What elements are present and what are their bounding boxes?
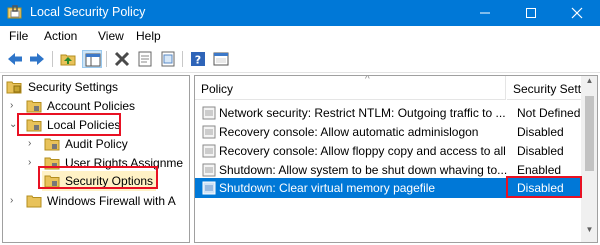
column-header-security-setting[interactable]: Security Sett bbox=[507, 76, 581, 100]
column-header-label: Policy bbox=[201, 82, 234, 96]
delete-button[interactable] bbox=[112, 50, 132, 68]
tree-label: Security Settings bbox=[28, 80, 119, 94]
folder-lock-icon bbox=[44, 137, 60, 151]
expand-arrow-icon[interactable]: › bbox=[28, 138, 38, 150]
minimize-icon bbox=[480, 12, 490, 14]
tree-label: Account Policies bbox=[47, 99, 136, 113]
title-bar: Local Security Policy bbox=[0, 0, 600, 26]
policy-icon bbox=[202, 144, 216, 158]
scroll-up-arrow-icon[interactable]: ▲ bbox=[581, 76, 597, 93]
security-settings-icon bbox=[6, 80, 22, 94]
policy-icon bbox=[202, 181, 216, 195]
close-button[interactable] bbox=[554, 0, 600, 26]
folder-lock-icon bbox=[26, 99, 42, 113]
toolbar-separator bbox=[106, 51, 107, 67]
column-header-policy[interactable]: ^ Policy bbox=[195, 76, 506, 100]
menu-file[interactable]: File bbox=[9, 29, 28, 43]
table-row[interactable]: Recovery console: Allow floppy copy and … bbox=[195, 141, 581, 161]
export-list-button[interactable] bbox=[158, 50, 178, 68]
folder-icon bbox=[26, 194, 42, 208]
maximize-icon bbox=[526, 8, 536, 18]
vertical-scrollbar[interactable]: ▲ ▼ bbox=[581, 76, 597, 242]
export-list-icon bbox=[161, 51, 175, 67]
maximize-button[interactable] bbox=[508, 0, 554, 26]
up-folder-icon bbox=[60, 54, 76, 66]
tree-item-windows-firewall[interactable]: › Windows Firewall with A bbox=[6, 192, 189, 210]
policy-icon bbox=[202, 125, 216, 139]
local-policies-highlight bbox=[17, 113, 121, 136]
window-title: Local Security Policy bbox=[30, 5, 146, 19]
scroll-thumb[interactable] bbox=[585, 96, 594, 171]
tree-item-audit-policy[interactable]: › Audit Policy bbox=[6, 135, 186, 153]
svg-text:?: ? bbox=[195, 54, 201, 67]
forward-button[interactable] bbox=[27, 50, 47, 68]
security-policy-app-icon bbox=[7, 5, 23, 21]
policy-name: Shutdown: Clear virtual memory pagefile bbox=[219, 181, 436, 195]
policy-name: Network security: Restrict NTLM: Outgoin… bbox=[219, 106, 506, 120]
show-hide-console-tree-button[interactable] bbox=[82, 50, 102, 68]
toolbar: ? bbox=[0, 46, 600, 73]
table-row[interactable]: Network security: Restrict NTLM: Outgoin… bbox=[195, 103, 581, 123]
up-one-level-button[interactable] bbox=[58, 50, 78, 68]
properties-icon bbox=[138, 51, 152, 67]
back-button[interactable] bbox=[5, 50, 25, 68]
policy-name: Recovery console: Allow floppy copy and … bbox=[219, 144, 507, 158]
policy-icon bbox=[202, 106, 216, 120]
help-button[interactable]: ? bbox=[188, 50, 208, 68]
tree-label: Audit Policy bbox=[65, 137, 128, 151]
disabled-setting-highlight bbox=[506, 176, 582, 198]
show-hide-tree-icon bbox=[85, 53, 101, 67]
menu-bar: File Action View Help bbox=[0, 26, 600, 46]
policy-list[interactable]: ^ Policy Security Sett Network security:… bbox=[194, 75, 598, 243]
toolbar-separator bbox=[52, 51, 53, 67]
column-header-label: Security Sett bbox=[513, 82, 581, 96]
console-window-button[interactable] bbox=[211, 50, 231, 68]
forward-arrow-icon bbox=[30, 53, 44, 65]
policy-name: Recovery console: Allow automatic admini… bbox=[219, 125, 479, 139]
security-setting-value: Disabled bbox=[517, 125, 564, 139]
delete-icon bbox=[114, 51, 130, 67]
scroll-down-arrow-icon[interactable]: ▼ bbox=[581, 225, 597, 242]
menu-help[interactable]: Help bbox=[136, 29, 161, 43]
help-icon: ? bbox=[191, 52, 205, 67]
policy-name: Shutdown: Allow system to be shut down w… bbox=[219, 163, 507, 177]
console-tree[interactable]: Security Settings › Account Policies ⌄ L… bbox=[2, 75, 190, 243]
expand-arrow-icon[interactable]: › bbox=[10, 100, 20, 112]
properties-button[interactable] bbox=[135, 50, 155, 68]
toolbar-separator bbox=[182, 51, 183, 67]
minimize-button[interactable] bbox=[462, 0, 508, 26]
tree-item-security-settings[interactable]: Security Settings bbox=[6, 78, 186, 96]
sort-ascending-icon: ^ bbox=[365, 75, 370, 85]
menu-action[interactable]: Action bbox=[44, 29, 77, 43]
security-setting-value: Disabled bbox=[517, 144, 564, 158]
back-arrow-icon bbox=[8, 53, 22, 65]
policy-icon bbox=[202, 163, 216, 177]
close-icon bbox=[571, 7, 583, 19]
expand-arrow-icon[interactable]: › bbox=[28, 157, 38, 169]
tree-label: Windows Firewall with A bbox=[47, 194, 176, 208]
security-options-highlight bbox=[38, 166, 158, 189]
table-row[interactable]: Recovery console: Allow automatic admini… bbox=[195, 122, 581, 142]
console-icon bbox=[213, 52, 229, 66]
security-setting-value: Not Defined bbox=[517, 106, 581, 120]
security-setting-value: Enabled bbox=[517, 163, 562, 177]
expand-arrow-icon[interactable]: › bbox=[10, 195, 20, 207]
menu-view[interactable]: View bbox=[98, 29, 124, 43]
